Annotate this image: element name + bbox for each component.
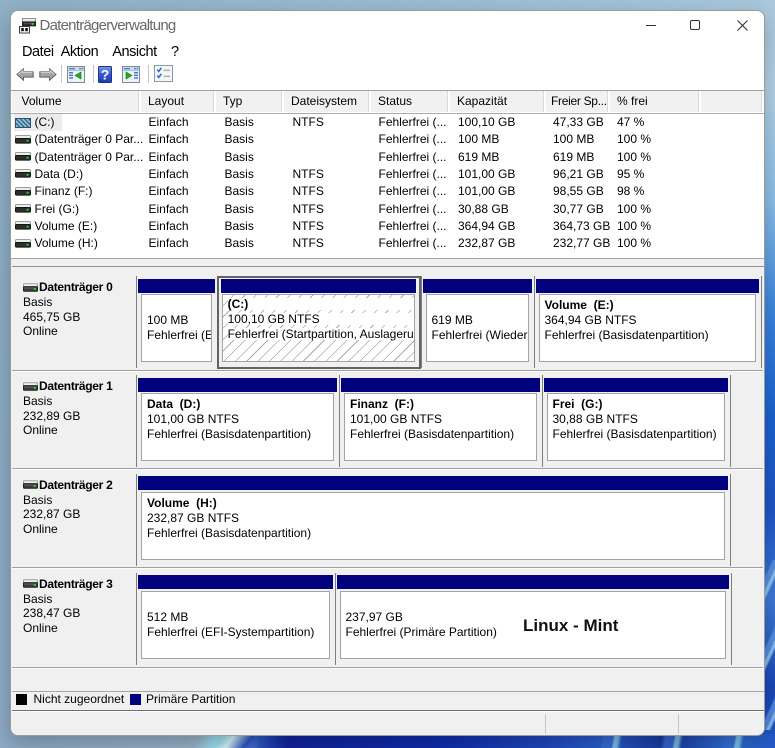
svg-text:?: ? xyxy=(101,67,110,83)
